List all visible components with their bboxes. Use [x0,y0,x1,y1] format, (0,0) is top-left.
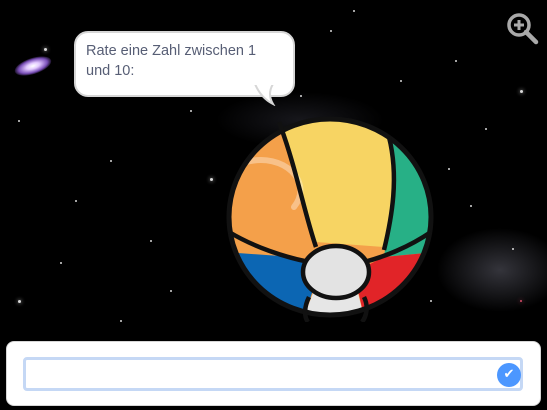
star [60,262,62,264]
star [455,60,457,62]
star [210,178,213,181]
star [400,80,402,82]
star [75,200,77,202]
star [520,90,523,93]
star [470,205,472,207]
zoom-in-icon[interactable] [504,10,540,46]
star [520,300,522,302]
beach-ball-sprite[interactable] [224,112,436,322]
star [120,320,122,322]
star [44,48,47,51]
star [18,300,21,303]
star [448,168,450,170]
speech-text-line1: Rate eine Zahl zwischen 1 [86,43,257,59]
star [150,240,152,242]
star [110,160,112,162]
star [353,10,355,12]
star [512,248,514,250]
star [330,30,332,32]
star [485,128,487,130]
speech-bubble-tail [253,84,277,106]
star [170,290,172,292]
check-icon[interactable]: ✔ [497,363,521,387]
galaxy [12,52,54,80]
speech-text-line2: und 10: [86,63,135,79]
star [300,95,302,97]
star [190,110,192,112]
star [18,120,20,122]
answer-input[interactable] [23,357,523,391]
ask-answer-panel: ✔ [6,341,541,406]
